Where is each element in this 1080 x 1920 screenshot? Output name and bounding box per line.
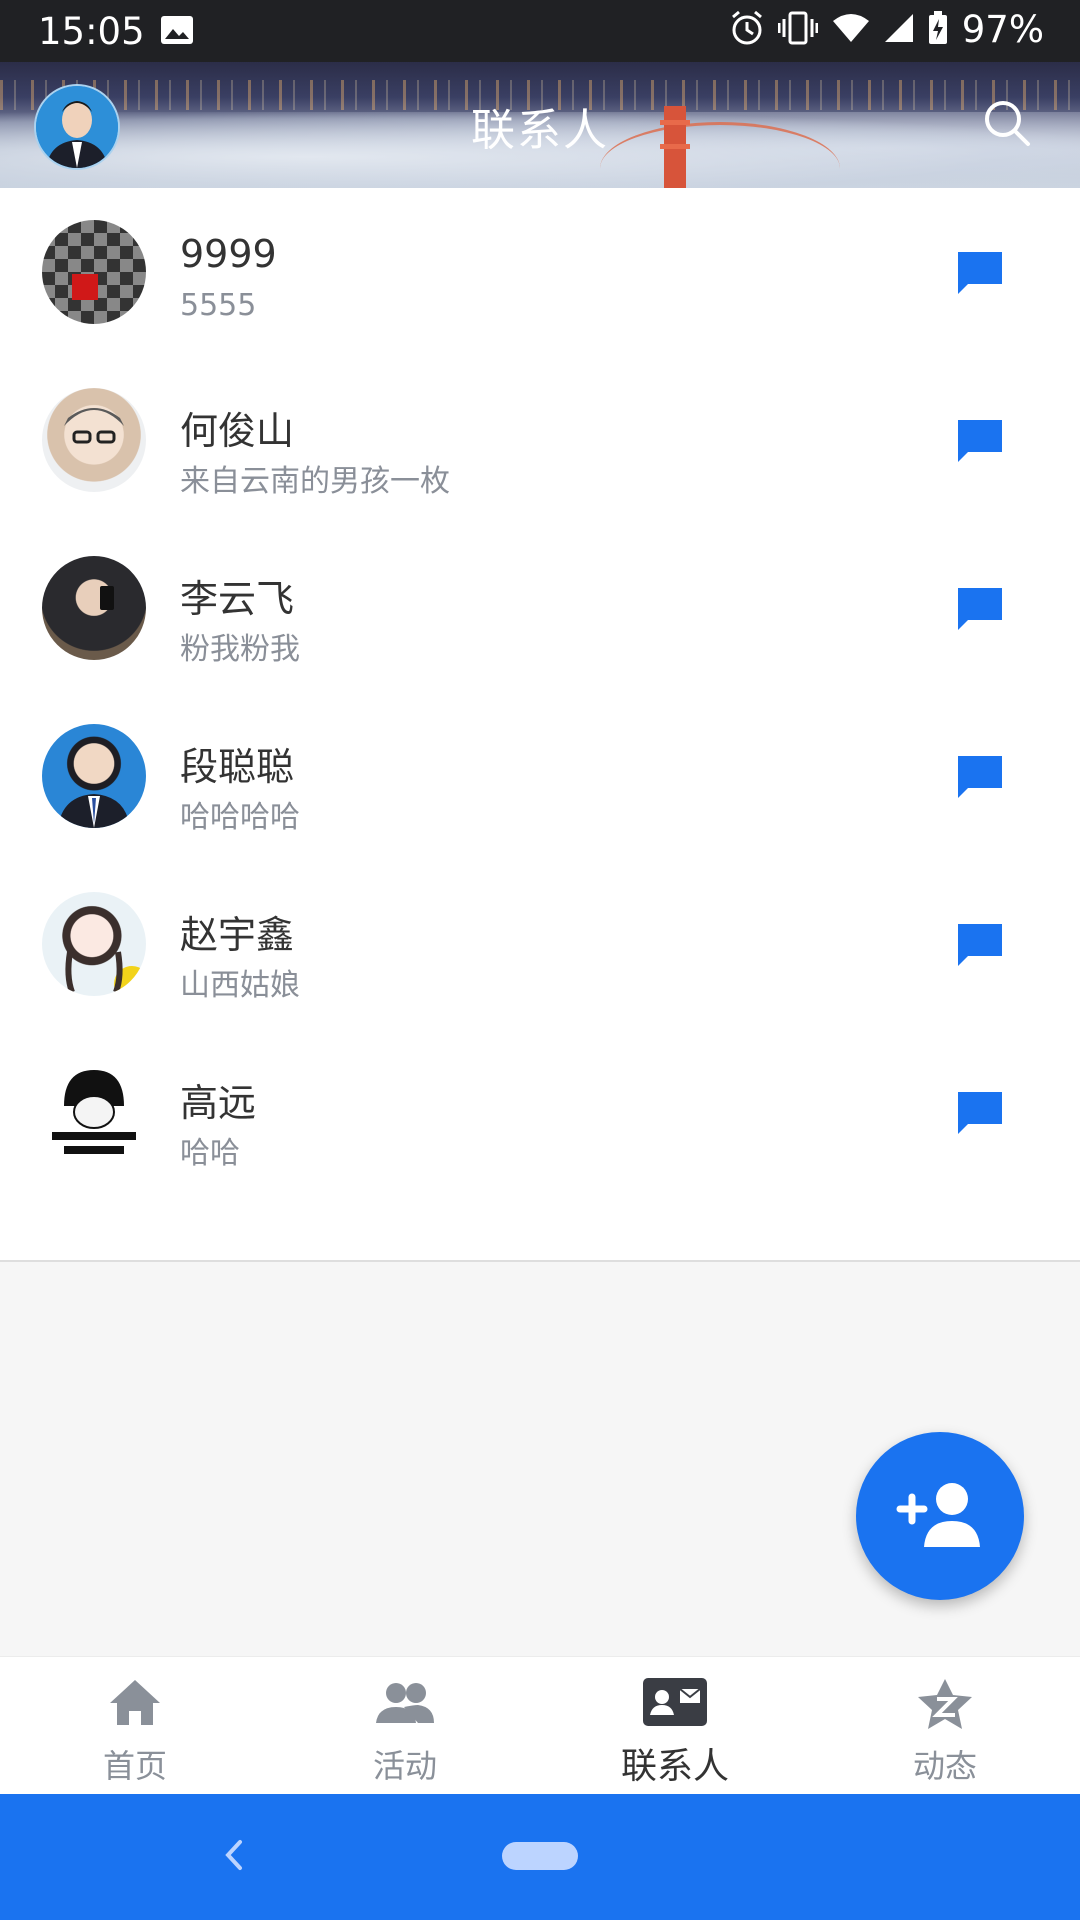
message-icon[interactable] [956,586,1004,636]
contact-avatar [42,1060,146,1164]
contact-subtitle: 5555 [180,288,257,323]
status-icons: 97% [730,8,1044,51]
contact-row[interactable]: 段聪聪 哈哈哈哈 [0,692,1080,860]
message-icon[interactable] [956,250,1004,300]
battery-charging-icon [928,10,948,49]
vibrate-icon [777,11,819,49]
nav-contacts[interactable]: 联系人 [540,1657,810,1795]
add-person-icon [896,1479,984,1553]
status-bar: 15:05 97% [0,0,1080,62]
contact-list: 9999 5555 何俊山 来自云南的男孩一枚 李云飞 粉我粉我 段聪聪 哈哈哈… [0,188,1080,1262]
add-contact-button[interactable] [856,1432,1024,1600]
nav-activity[interactable]: 活动 [270,1657,540,1795]
contact-subtitle: 来自云南的男孩一枚 [180,464,450,499]
contact-name: 9999 [180,232,277,276]
contact-subtitle: 山西姑娘 [180,968,300,1003]
contact-card-icon [642,1677,708,1731]
contact-name: 高远 [180,1081,257,1125]
header-bar: 联系人 [0,62,1080,188]
contact-row[interactable]: 9999 5555 [0,188,1080,356]
contact-avatar [42,220,146,324]
contact-avatar [42,556,146,660]
back-icon[interactable] [220,1834,246,1880]
system-nav-bar [0,1794,1080,1920]
message-icon[interactable] [956,922,1004,972]
contact-row[interactable]: 何俊山 来自云南的男孩一枚 [0,356,1080,524]
nav-moments[interactable]: 动态 [810,1657,1080,1795]
contact-avatar [42,388,146,492]
bottom-nav: 首页 活动 联系人 动态 [0,1656,1080,1795]
status-time: 15:05 [38,10,145,53]
contact-name: 何俊山 [180,409,295,453]
nav-label: 联系人 [620,1746,729,1787]
nav-label: 动态 [912,1747,977,1785]
contact-subtitle: 哈哈哈哈 [180,800,300,835]
contact-subtitle: 粉我粉我 [180,632,300,667]
home-gesture-pill[interactable] [502,1842,578,1870]
signal-icon [884,13,914,47]
nav-label: 活动 [372,1747,437,1785]
image-icon [160,15,194,49]
contact-subtitle: 哈哈 [180,1136,240,1171]
contact-name: 赵宇鑫 [180,913,295,957]
message-icon[interactable] [956,1090,1004,1140]
search-icon[interactable] [982,98,1032,152]
nav-label: 首页 [102,1747,167,1785]
contact-name: 段聪聪 [180,745,295,789]
contact-avatar [42,724,146,828]
wifi-icon [832,13,870,47]
message-icon[interactable] [956,754,1004,804]
star-z-icon [915,1677,975,1735]
contact-name: 李云飞 [180,577,295,621]
alarm-icon [730,10,764,50]
message-icon[interactable] [956,418,1004,468]
home-icon [107,1677,163,1731]
contact-row[interactable]: 李云飞 粉我粉我 [0,524,1080,692]
contact-row[interactable]: 高远 哈哈 [0,1028,1080,1196]
people-icon [374,1677,436,1731]
nav-home[interactable]: 首页 [0,1657,270,1795]
contact-avatar [42,892,146,996]
contact-row[interactable]: 赵宇鑫 山西姑娘 [0,860,1080,1028]
page-title: 联系人 [471,105,609,156]
battery-percent: 97% [961,8,1044,51]
